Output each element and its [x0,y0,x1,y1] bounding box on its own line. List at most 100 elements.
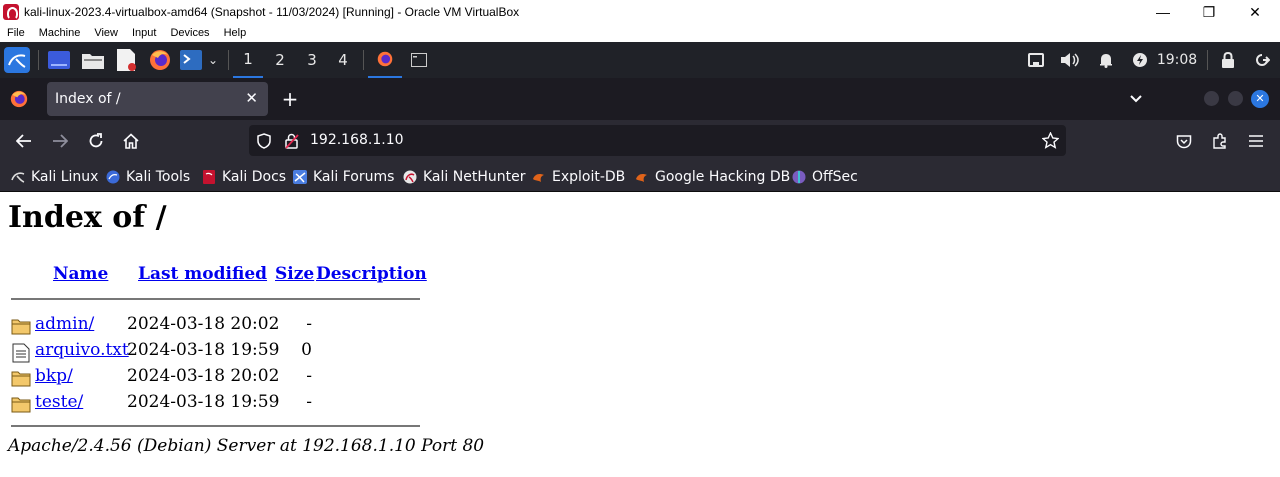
firefox-icon[interactable] [147,42,173,78]
entry-link[interactable]: bkp/ [35,366,73,386]
bookmark-label: Kali Linux [31,169,99,185]
url-bar[interactable]: 192.168.1.10 [249,125,1066,156]
volume-icon[interactable] [1058,42,1082,78]
menu-machine[interactable]: Machine [32,24,88,42]
entry-size: - [306,392,312,412]
menu-view[interactable]: View [87,24,125,42]
hamburger-menu-icon[interactable] [1243,129,1269,153]
workspace-3[interactable]: 3 [297,42,327,78]
tab-title: Index of / [55,91,121,107]
text-file-icon [11,343,31,368]
desktop-icon[interactable] [46,42,72,78]
firefox-view-icon[interactable] [10,90,28,112]
notifications-icon[interactable] [1094,42,1118,78]
url-text[interactable]: 192.168.1.10 [310,132,404,148]
column-description-link[interactable]: Description [316,264,427,284]
bookmarks-toolbar: Kali Linux Kali Tools Kali Docs Kali For… [0,162,1280,192]
entry-link[interactable]: teste/ [35,392,83,412]
kali-forums-icon [293,170,307,184]
workspace-4[interactable]: 4 [328,42,358,78]
tracking-shield-icon[interactable] [257,133,271,153]
folder-icon [11,317,31,340]
forward-arrow-icon[interactable] [47,129,73,153]
reload-icon[interactable] [83,129,109,153]
bookmark-kali-docs[interactable]: Kali Docs [202,167,286,187]
workspace-2[interactable]: 2 [265,42,295,78]
text-editor-icon[interactable] [114,42,140,78]
extensions-icon[interactable] [1207,129,1233,153]
menu-input[interactable]: Input [125,24,163,42]
kali-menu-icon[interactable] [2,42,32,78]
close-firefox-icon[interactable]: ✕ [1251,90,1269,108]
minimize-button[interactable]: — [1140,0,1186,24]
vbox-menubar: File Machine View Input Devices Help [0,24,1280,42]
menu-file[interactable]: File [0,24,32,42]
entry-date: 2024-03-18 19:59 [127,392,280,412]
pocket-icon[interactable] [1171,129,1197,153]
folder-icon [11,369,31,392]
entry-size: - [306,366,312,386]
virtualbox-app-icon [3,4,19,20]
firefox-tab-strip: Index of / ✕ ✕ [0,78,1280,120]
firefox-nav-bar: 192.168.1.10 [0,120,1280,162]
network-icon[interactable] [1024,42,1048,78]
insecure-lock-icon[interactable] [285,133,299,153]
entry-date: 2024-03-18 19:59 [127,340,280,360]
bookmark-offsec[interactable]: OffSec [792,167,858,187]
server-signature: Apache/2.4.56 (Debian) Server at 192.168… [8,436,485,456]
column-last-modified-link[interactable]: Last modified [138,264,267,284]
kali-nethunter-icon [403,170,417,184]
logout-icon[interactable] [1250,42,1274,78]
minimize-window-icon[interactable] [1204,91,1219,106]
page-content: Index of / Name Last modified Size Descr… [0,192,1280,477]
tab-index-of[interactable]: Index of / ✕ [47,82,268,116]
clock[interactable]: 19:08 [1154,42,1200,78]
exploit-db-icon [532,170,546,184]
back-arrow-icon[interactable] [11,129,37,153]
tab-close-button[interactable]: ✕ [245,89,258,107]
entry-size: 0 [301,340,312,360]
close-window-button[interactable]: ✕ [1232,0,1278,24]
file-manager-icon[interactable] [80,42,106,78]
header-divider [11,298,420,300]
vbox-title-bar: kali-linux-2023.4-virtualbox-amd64 (Snap… [0,0,1280,24]
page-title: Index of / [8,200,167,235]
kali-docs-icon [202,170,216,184]
bookmark-star-icon[interactable] [1041,131,1060,153]
kali-tools-icon [106,170,120,184]
kali-dragon-icon [11,170,25,184]
list-all-tabs-icon[interactable] [1128,90,1144,110]
bookmark-exploit-db[interactable]: Exploit-DB [532,167,625,187]
terminal-icon[interactable] [178,42,204,78]
bookmark-label: Kali Tools [126,169,191,185]
bookmark-kali-nethunter[interactable]: Kali NetHunter [403,167,525,187]
chevron-down-icon[interactable]: ⌄ [204,42,222,78]
restore-button[interactable]: ❐ [1186,0,1232,24]
home-icon[interactable] [118,129,144,153]
maximize-window-icon[interactable] [1228,91,1243,106]
bookmark-kali-tools[interactable]: Kali Tools [106,167,190,187]
window-title: kali-linux-2023.4-virtualbox-amd64 (Snap… [24,5,520,19]
entry-link[interactable]: arquivo.txt [35,340,129,360]
bookmark-google-hacking-db[interactable]: Google Hacking DB [635,167,790,187]
ghdb-icon [635,170,649,184]
table-row: arquivo.txt 2024-03-18 19:59 0 [0,340,500,366]
bookmark-kali-linux[interactable]: Kali Linux [11,167,98,187]
entry-link[interactable]: admin/ [35,314,94,334]
column-size-link[interactable]: Size [275,264,314,284]
entry-date: 2024-03-18 20:02 [127,366,280,386]
lock-icon[interactable] [1216,42,1240,78]
bookmark-kali-forums[interactable]: Kali Forums [293,167,394,187]
bookmark-label: Kali NetHunter [423,169,526,185]
bookmark-label: Kali Forums [313,169,395,185]
menu-devices[interactable]: Devices [163,24,216,42]
column-name-link[interactable]: Name [53,264,108,284]
workspace-1[interactable]: 1 [233,42,263,78]
new-tab-button[interactable]: + [279,84,301,114]
taskbar-firefox-icon[interactable] [368,42,402,78]
taskbar-terminal-icon[interactable] [406,42,432,78]
power-icon[interactable] [1128,42,1152,78]
table-row: bkp/ 2024-03-18 20:02 - [0,366,500,392]
footer-divider [11,425,420,427]
menu-help[interactable]: Help [217,24,254,42]
